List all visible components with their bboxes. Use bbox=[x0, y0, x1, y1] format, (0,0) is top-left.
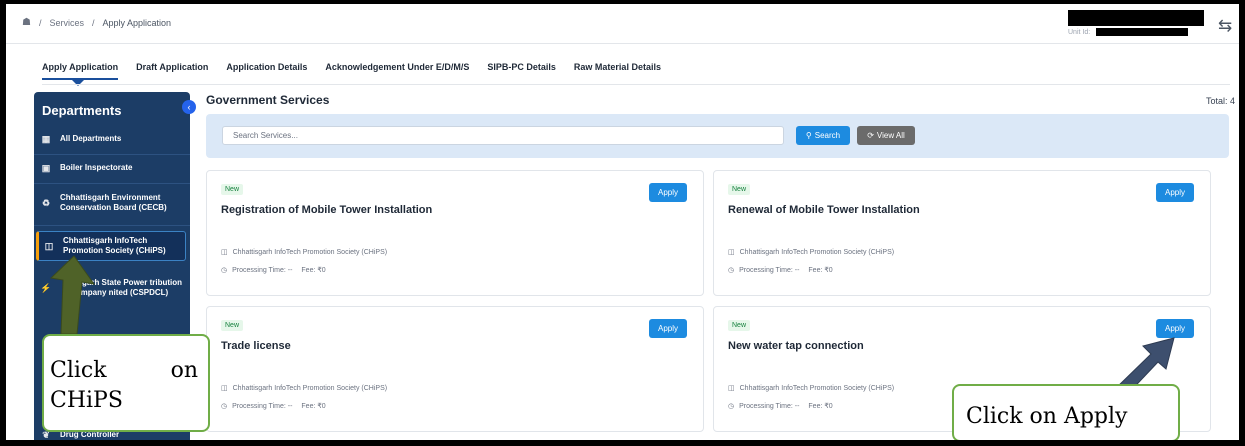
annotation-click-apply: Click on Apply bbox=[952, 384, 1180, 440]
screenshot-frame: ☗ / Services / Apply Application Unit Id… bbox=[6, 4, 1239, 440]
annotation-click-chips: Click on CHiPS bbox=[42, 334, 210, 432]
arrow-to-chips bbox=[49, 255, 96, 335]
